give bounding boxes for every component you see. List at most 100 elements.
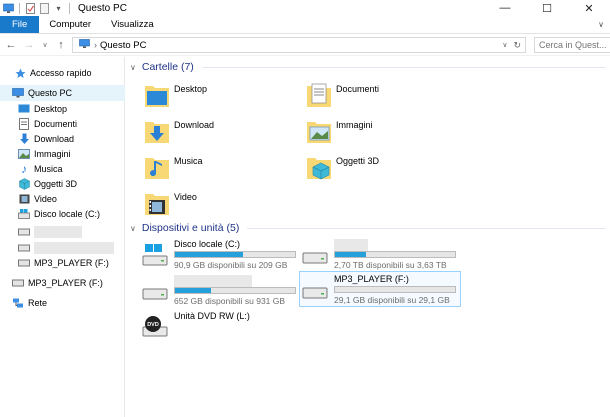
music-note-icon: ♪ <box>21 162 27 176</box>
close-button[interactable]: ✕ <box>568 0 610 16</box>
folder-pictures[interactable]: Immagini <box>306 117 456 147</box>
nav-label: Rete <box>28 298 48 308</box>
search-input[interactable] <box>539 40 609 50</box>
nav-label: Download <box>34 134 75 144</box>
network-icon <box>12 297 24 309</box>
folder-label: Video <box>174 192 197 202</box>
drive-space-info: 652 GB disponibili su 931 GB <box>174 296 286 306</box>
nav-label: Video <box>34 194 57 204</box>
redacted-label <box>174 275 252 287</box>
folder-video[interactable]: Video <box>144 189 294 219</box>
forward-button[interactable]: → <box>22 39 36 51</box>
drive-dvd-rw[interactable]: DVD Unità DVD RW (L:) <box>140 309 302 345</box>
pictures-folder-icon <box>307 122 331 143</box>
drive-icon <box>142 288 168 300</box>
redacted-label <box>34 242 114 254</box>
address-bar[interactable]: › Questo PC ∨ ↻ <box>72 37 526 53</box>
refresh-icon[interactable]: ↻ <box>513 40 521 51</box>
drive-name: MP3_PLAYER (F:) <box>334 274 409 284</box>
3d-objects-icon <box>18 178 30 190</box>
nav-label: Immagini <box>34 149 71 159</box>
nav-network[interactable]: Rete <box>0 295 125 311</box>
collapse-chevron-icon[interactable]: ∨ <box>130 63 136 72</box>
folder-label: Musica <box>174 156 203 166</box>
nav-3d-objects[interactable]: Oggetti 3D <box>0 176 125 192</box>
address-toolbar: ← → ∨ ↑ › Questo PC ∨ ↻ <box>0 34 610 56</box>
redacted-label <box>34 226 82 238</box>
nav-label: Musica <box>34 164 63 174</box>
toolbar-separator <box>19 2 20 14</box>
up-button[interactable]: ↑ <box>54 39 68 51</box>
nav-local-disk-c[interactable]: Disco locale (C:) <box>0 206 125 222</box>
ribbon-tabs: File Computer Visualizza ∨ <box>0 16 610 34</box>
download-arrow-icon <box>18 133 30 145</box>
desktop-folder-icon <box>145 86 169 107</box>
folders-group-header[interactable]: ∨ Cartelle (7) <box>130 61 606 73</box>
nav-pictures[interactable]: Immagini <box>0 146 125 162</box>
toolbar-separator <box>69 2 70 14</box>
video-icon <box>18 193 30 205</box>
folder-download[interactable]: Download <box>144 117 294 147</box>
nav-label: MP3_PLAYER (F:) <box>34 258 109 268</box>
3d-objects-folder-icon <box>307 158 331 180</box>
folder-3d-objects[interactable]: Oggetti 3D <box>306 153 456 183</box>
nav-download[interactable]: Download <box>0 131 125 147</box>
nav-music[interactable]: ♪ Musica <box>0 161 125 177</box>
drive-usage-bar <box>334 251 456 258</box>
drive-mp3-player[interactable]: MP3_PLAYER (F:) 29,1 GB disponibili su 2… <box>299 271 461 307</box>
folder-label: Desktop <box>174 84 208 94</box>
svg-text:DVD: DVD <box>147 322 159 328</box>
search-box[interactable] <box>534 37 610 53</box>
nav-redacted-drive[interactable] <box>0 240 125 256</box>
tab-view[interactable]: Visualizza <box>101 16 164 33</box>
properties-icon[interactable] <box>25 2 36 14</box>
collapse-chevron-icon[interactable]: ∨ <box>130 224 136 233</box>
documents-icon <box>18 118 30 130</box>
tab-computer[interactable]: Computer <box>39 16 101 33</box>
tab-file[interactable]: File <box>0 16 40 33</box>
drive-space-info: 29,1 GB disponibili su 29,1 GB <box>334 295 450 305</box>
nav-quick-access[interactable]: Accesso rapido <box>0 65 125 81</box>
nav-documents[interactable]: Documenti <box>0 116 125 132</box>
folder-documents[interactable]: Documenti <box>306 81 456 111</box>
nav-label: Disco locale (C:) <box>34 209 101 219</box>
star-icon <box>14 67 26 79</box>
breadcrumb-this-pc[interactable]: Questo PC <box>100 40 146 51</box>
nav-desktop[interactable]: Desktop <box>0 101 125 117</box>
drive-icon <box>302 252 328 264</box>
maximize-button[interactable]: ☐ <box>526 0 568 16</box>
devices-group-header[interactable]: ∨ Dispositivi e unità (5) <box>130 222 606 234</box>
nav-mp3-player-root[interactable]: MP3_PLAYER (F:) <box>0 275 125 291</box>
nav-this-pc[interactable]: Questo PC <box>0 85 125 101</box>
minimize-button[interactable]: — <box>484 0 526 16</box>
customize-toolbar-icon[interactable]: ▾ <box>53 3 64 14</box>
window-controls: — ☐ ✕ <box>484 0 610 16</box>
recent-locations-button[interactable]: ∨ <box>38 41 52 49</box>
window-title: Questo PC <box>78 2 127 14</box>
new-folder-icon[interactable] <box>39 2 50 14</box>
nav-label: Documenti <box>34 119 78 129</box>
folder-label: Immagini <box>336 120 373 130</box>
breadcrumb-chevron-icon[interactable]: › <box>94 40 97 50</box>
nav-mp3-player[interactable]: MP3_PLAYER (F:) <box>0 255 125 271</box>
nav-video[interactable]: Video <box>0 191 125 207</box>
group-divider <box>201 66 606 68</box>
nav-label: MP3_PLAYER (F:) <box>28 278 103 288</box>
nav-redacted-drive[interactable] <box>0 224 125 240</box>
drive-usage-bar <box>174 287 296 294</box>
expand-ribbon-button[interactable]: ∨ <box>598 16 610 33</box>
desktop-icon <box>18 103 30 115</box>
computer-icon <box>3 3 14 14</box>
drive-local-disk-c[interactable]: Disco locale (C:) 90,9 GB disponibili su… <box>140 237 302 273</box>
navigation-pane: Accesso rapido Questo PC Desktop Documen… <box>0 57 125 417</box>
title-bar: ▾ Questo PC — ☐ ✕ <box>0 0 610 16</box>
drive-redacted[interactable]: 2,70 TB disponibili su 3,63 TB <box>300 237 462 273</box>
folder-music[interactable]: Musica <box>144 153 294 183</box>
folder-label: Oggetti 3D <box>336 156 380 166</box>
address-dropdown-icon[interactable]: ∨ <box>502 41 507 49</box>
drive-space-info: 90,9 GB disponibili su 209 GB <box>174 260 288 270</box>
back-button[interactable]: ← <box>4 39 18 51</box>
drive-redacted[interactable]: 652 GB disponibili su 931 GB <box>140 273 302 309</box>
folder-desktop[interactable]: Desktop <box>144 81 294 111</box>
windows-drive-icon <box>142 244 168 266</box>
